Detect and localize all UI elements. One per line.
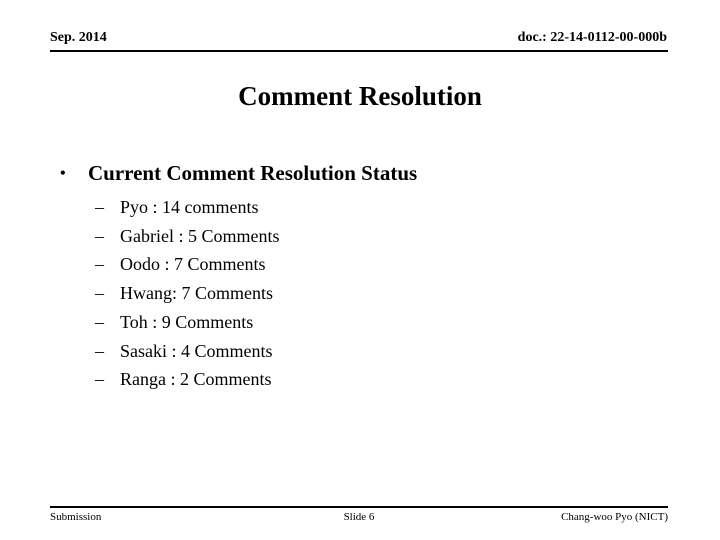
header-document-number: doc.: 22-14-0112-00-000b xyxy=(517,30,667,45)
list-item: – Gabriel : 5 Comments xyxy=(50,222,670,251)
list-item-label: Toh : 9 Comments xyxy=(120,311,254,332)
dash-marker-icon: – xyxy=(95,369,104,390)
footer-author: Chang-woo Pyo (NICT) xyxy=(561,511,668,523)
header-date: Sep. 2014 xyxy=(50,30,107,45)
list-item-label: Sasaki : 4 Comments xyxy=(120,340,273,361)
list-item-label: Gabriel : 5 Comments xyxy=(120,225,280,246)
list-item-label: Pyo : 14 comments xyxy=(120,197,259,217)
list-item: – Pyo : 14 comments xyxy=(50,193,670,222)
list-item-label: Oodo : 7 Comments xyxy=(120,254,266,275)
page-title: Comment Resolution xyxy=(238,81,482,111)
slide-footer: Submission Slide 6 Chang-woo Pyo (NICT) xyxy=(50,510,668,526)
dash-marker-icon: – xyxy=(95,225,104,246)
dash-marker-icon: – xyxy=(95,340,104,361)
list-item-label: Ranga : 2 Comments xyxy=(120,369,272,390)
list-item: – Toh : 9 Comments xyxy=(50,308,670,337)
footer-divider xyxy=(50,506,668,508)
bullet-dot-icon: • xyxy=(60,165,66,182)
bullet-heading-label: Current Comment Resolution Status xyxy=(88,161,418,185)
list-item: – Hwang: 7 Comments xyxy=(50,279,670,308)
comment-count-list: – Pyo : 14 comments – Gabriel : 5 Commen… xyxy=(50,193,670,394)
dash-marker-icon: – xyxy=(95,311,104,332)
list-item: – Oodo : 7 Comments xyxy=(50,250,670,279)
list-item: – Ranga : 2 Comments xyxy=(50,365,670,394)
header-divider xyxy=(50,50,668,52)
dash-marker-icon: – xyxy=(95,283,104,304)
list-item-label: Hwang: 7 Comments xyxy=(120,283,273,304)
dash-marker-icon: – xyxy=(95,254,104,275)
slide-body: • Current Comment Resolution Status – Py… xyxy=(50,160,670,394)
bullet-heading: • Current Comment Resolution Status xyxy=(50,160,670,187)
dash-marker-icon: – xyxy=(95,197,104,217)
list-item: – Sasaki : 4 Comments xyxy=(50,337,670,366)
slide-header: Sep. 2014 doc.: 22-14-0112-00-000b xyxy=(50,29,668,51)
slide: Sep. 2014 doc.: 22-14-0112-00-000b Comme… xyxy=(0,0,720,540)
